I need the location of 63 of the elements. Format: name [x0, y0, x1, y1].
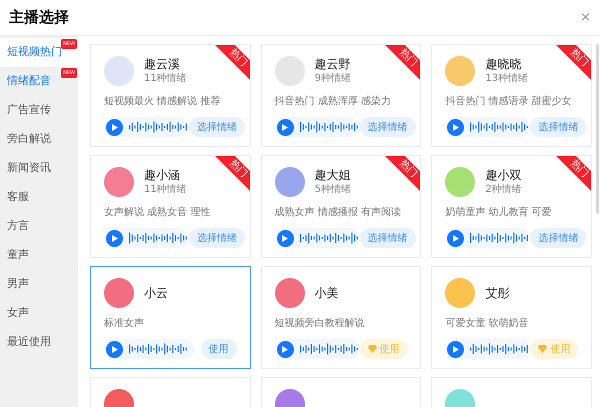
play-button[interactable]	[106, 340, 123, 358]
voice-card[interactable]: 艾彤 可爱女童 软萌奶音 使用	[431, 266, 592, 369]
waveform-icon	[470, 232, 530, 244]
play-icon	[452, 234, 459, 242]
voice-tags: 女声解说 成熟女音 理性	[104, 206, 237, 220]
play-icon	[452, 346, 459, 352]
voice-name: 艾彤	[485, 285, 510, 301]
emotion-count: 13种情绪	[485, 72, 528, 86]
play-icon	[112, 234, 118, 242]
waveform-icon	[129, 121, 189, 133]
voice-tags: 抖音热门 成熟浑厚 感染力	[274, 95, 408, 109]
voice-name: 趣云野	[314, 56, 352, 72]
waveform-icon	[129, 343, 189, 355]
waveform-icon	[129, 232, 189, 244]
voice-name: 趣小涵	[144, 167, 181, 183]
play-button[interactable]	[276, 230, 294, 246]
voice-card[interactable]: 热门 趣小双 2种情绪 奶萌童声 幼儿教育 可爱 选择情绪	[431, 155, 592, 258]
waveform-icon	[300, 343, 360, 355]
play-icon	[112, 124, 118, 130]
play-button[interactable]	[276, 340, 294, 358]
play-icon	[112, 346, 118, 352]
emotion-count: 2种情绪	[485, 183, 522, 197]
voice-tags: 可爱女童 软萌奶音	[445, 317, 578, 331]
waveform-icon	[300, 232, 360, 244]
play-icon	[452, 124, 459, 130]
voice-card[interactable]: 热门 趣小涵 11种情绪 女声解说 成熟女音 理性 选择情绪	[90, 155, 251, 258]
voice-tags: 奶萌童声 幼儿教育 可爱	[445, 206, 578, 220]
voice-card[interactable]: 热门 趣大姐 5种情绪 成熟女声 情感播报 有声阅读 选择情绪	[260, 155, 422, 258]
play-button[interactable]	[447, 118, 464, 136]
voice-name: 趣云溪	[144, 56, 181, 72]
dialog-title: 主播选择	[9, 7, 69, 28]
voice-card[interactable]: 热门 趣云野 9种情绪 抖音热门 成熟浑厚 感染力 选择情绪	[260, 44, 422, 147]
voice-name: 趣大姐	[314, 167, 352, 183]
play-button[interactable]	[106, 230, 123, 246]
play-button[interactable]	[447, 340, 464, 358]
play-button[interactable]	[276, 118, 294, 136]
diamond-icon	[538, 345, 548, 353]
play-button[interactable]	[106, 118, 123, 136]
play-icon	[282, 346, 288, 352]
diamond-icon	[368, 345, 377, 353]
voice-tags: 成熟女声 情感播报 有声阅读	[274, 206, 408, 220]
emotion-count: 9种情绪	[314, 72, 352, 86]
waveform-icon	[470, 121, 530, 133]
voice-tags: 抖音热门 情感语录 甜蜜少女	[445, 95, 578, 109]
emotion-count: 11种情绪	[144, 72, 187, 86]
voice-tags: 短视频最火 情感解说 推荐	[104, 95, 237, 109]
play-icon	[282, 234, 288, 242]
voice-name: 小云	[144, 285, 168, 301]
voice-tags: 标准女声	[104, 317, 237, 331]
voice-card[interactable]: 热门 趣晓晓 13种情绪 抖音热门 情感语录 甜蜜少女 选择情绪	[431, 44, 592, 147]
play-icon	[282, 124, 288, 130]
voice-name: 趣晓晓	[485, 56, 522, 72]
voice-name: 趣小双	[485, 167, 522, 183]
waveform-icon	[300, 121, 360, 133]
voice-card[interactable]: 小云 标准女声 使用	[90, 266, 251, 369]
voice-card[interactable]: 小美 短视频旁白教程解说 使用	[260, 266, 422, 369]
emotion-count: 5种情绪	[314, 183, 352, 197]
play-button[interactable]	[447, 230, 464, 246]
waveform-icon	[470, 343, 530, 355]
voice-name: 小美	[314, 285, 339, 301]
emotion-count: 11种情绪	[144, 183, 187, 197]
voice-tags: 短视频旁白教程解说	[274, 317, 408, 331]
voice-card[interactable]: 热门 趣云溪 11种情绪 短视频最火 情感解说 推荐 选择情绪	[90, 44, 251, 147]
